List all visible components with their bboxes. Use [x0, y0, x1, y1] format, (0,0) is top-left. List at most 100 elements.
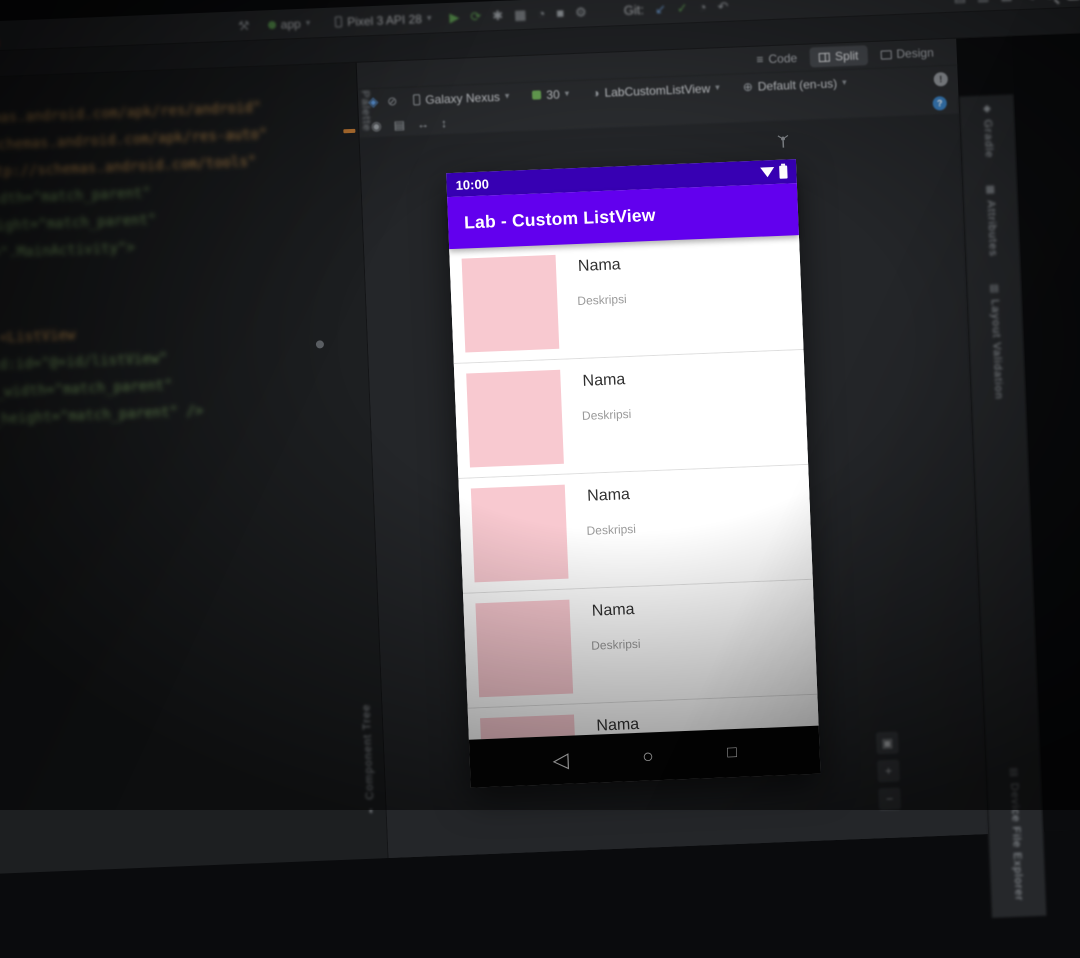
- no-inspection-icon[interactable]: ⊘: [387, 95, 398, 107]
- item-image: [475, 600, 573, 698]
- palette-tab[interactable]: Palette: [359, 90, 373, 137]
- chevron-down-icon: ▾: [505, 91, 510, 102]
- gradle-label: Gradle: [981, 119, 995, 158]
- gradle-tab[interactable]: ◆ Gradle: [981, 103, 995, 158]
- api-icon: [532, 90, 541, 99]
- item-image: [471, 485, 569, 583]
- git-rollback-icon[interactable]: ↶: [717, 0, 728, 13]
- phone-icon: [335, 16, 342, 27]
- item-subtitle: Deskripsi: [591, 637, 641, 653]
- theme-icon: ◑: [592, 86, 600, 98]
- item-image: [466, 370, 564, 468]
- item-subtitle: Deskripsi: [577, 292, 627, 308]
- list-view-icon[interactable]: ▤: [393, 118, 405, 130]
- layout-validation-icon: ▤: [989, 283, 999, 294]
- list-item[interactable]: Nama Deskripsi: [449, 235, 803, 364]
- list-item[interactable]: Nama Deskripsi: [463, 580, 817, 709]
- antenna-icon: [775, 133, 792, 150]
- status-time: 10:00: [455, 176, 489, 192]
- phone-preview[interactable]: 10:00 Lab - Custom ListView Nama: [446, 159, 820, 788]
- attributes-tab[interactable]: ▩ Attributes: [984, 184, 999, 257]
- code-icon: ≡: [756, 52, 764, 66]
- info-icon[interactable]: !: [933, 71, 948, 86]
- help-icon[interactable]: ?: [932, 96, 947, 111]
- theme-dropdown[interactable]: ◑ LabCustomListView ▾: [585, 78, 727, 102]
- layout-validation-tab[interactable]: ▤ Layout Validation: [988, 283, 1005, 400]
- chevron-down-icon: ▾: [715, 82, 720, 93]
- attributes-icon: ▩: [985, 184, 995, 195]
- api-level-dropdown[interactable]: 30 ▾: [525, 84, 577, 104]
- item-title: Nama: [582, 371, 625, 391]
- apply-changes-icon[interactable]: ⟳: [470, 10, 481, 23]
- chevron-down-icon: ▾: [564, 88, 569, 99]
- item-title: Nama: [578, 256, 621, 276]
- gradle-icon: ◆: [983, 103, 991, 114]
- chevron-down-icon: ▾: [305, 18, 310, 29]
- run-button[interactable]: ▶: [449, 11, 460, 24]
- item-subtitle: Deskripsi: [582, 407, 632, 423]
- component-tree-label: Component Tree: [360, 704, 376, 800]
- recents-icon: □: [727, 745, 737, 761]
- design-panel: ≡ Code Split Design ◈ ⊘ Galaxy Nexus: [357, 39, 988, 858]
- git-commit-icon[interactable]: ✓: [677, 1, 688, 14]
- component-tree-tab[interactable]: Component Tree ◖: [354, 703, 383, 817]
- build-hammer-icon[interactable]: ⚒: [238, 19, 250, 32]
- avd-manager-icon[interactable]: ▩: [1000, 0, 1013, 2]
- code-text: xmlns:android="http://schemas.android.co…: [0, 91, 360, 433]
- phone-icon: [413, 94, 420, 105]
- device-file-explorer-tab[interactable]: ▥ Device File Explorer: [1007, 766, 1024, 901]
- debug-icon[interactable]: ✱: [492, 9, 503, 22]
- preview-device-label: Galaxy Nexus: [425, 89, 500, 106]
- zoom-controls: ▣ + −: [876, 732, 901, 811]
- theme-label: LabCustomListView: [604, 81, 710, 99]
- preview-device-dropdown[interactable]: Galaxy Nexus ▾: [406, 87, 517, 109]
- component-tree-icon: ◖: [367, 806, 373, 817]
- view-options-eye-icon[interactable]: ◉: [371, 119, 382, 131]
- orientation-vertical-icon[interactable]: ↕: [441, 117, 447, 129]
- api-level-label: 30: [546, 87, 560, 102]
- attributes-label: Attributes: [985, 200, 999, 257]
- tab-design-label: Design: [896, 46, 934, 61]
- main-content: xmlns:android="http://schemas.android.co…: [0, 33, 1080, 874]
- split-icon: [819, 52, 830, 61]
- git-label: Git:: [623, 2, 644, 18]
- device-label: Pixel 3 API 28: [347, 12, 422, 29]
- listview[interactable]: Nama Deskripsi Nama Deskripsi Nama Deskr…: [449, 235, 818, 740]
- zoom-out-button[interactable]: −: [878, 787, 901, 810]
- device-file-explorer-label: Device File Explorer: [1008, 782, 1025, 901]
- locale-dropdown[interactable]: ⊕ Default (en-us) ▾: [735, 73, 854, 96]
- sync-gradle-icon[interactable]: ⚙: [575, 5, 587, 18]
- run-config-label: app: [280, 16, 301, 31]
- sdk-manager-icon[interactable]: ◀: [1023, 0, 1034, 1]
- run-config-dropdown[interactable]: app ▾: [260, 14, 317, 34]
- tab-design[interactable]: Design: [871, 42, 943, 65]
- run-config-status-icon: [268, 20, 276, 28]
- design-canvas[interactable]: 10:00 Lab - Custom ListView Nama: [360, 115, 988, 858]
- code-editor[interactable]: xmlns:android="http://schemas.android.co…: [0, 63, 389, 874]
- list-item[interactable]: Nama Deskripsi: [454, 350, 808, 479]
- zoom-in-button[interactable]: +: [877, 759, 900, 782]
- tab-split[interactable]: Split: [810, 45, 868, 67]
- git-update-icon[interactable]: ↙: [655, 2, 666, 15]
- back-icon: ◁: [552, 749, 569, 771]
- layout-validation-label: Layout Validation: [989, 299, 1005, 400]
- git-history-icon[interactable]: ◔: [698, 1, 706, 14]
- stop-icon[interactable]: ■: [556, 6, 564, 19]
- device-manager-icon[interactable]: ▤: [953, 0, 966, 4]
- layout-inspector-icon[interactable]: ▥: [977, 0, 990, 3]
- device-dropdown[interactable]: Pixel 3 API 28 ▾: [328, 9, 439, 31]
- list-item[interactable]: Nama Deskripsi: [458, 465, 812, 594]
- app-bar-title: Lab - Custom ListView: [464, 204, 656, 233]
- home-icon: ○: [642, 747, 654, 766]
- battery-icon: [779, 165, 788, 178]
- orientation-horizontal-icon[interactable]: ↔: [417, 117, 429, 129]
- tab-split-label: Split: [835, 49, 859, 64]
- scrollbar-error-marker: [343, 129, 355, 133]
- tab-code[interactable]: ≡ Code: [747, 48, 806, 70]
- zoom-to-fit-button[interactable]: ▣: [876, 732, 899, 755]
- item-title: Nama: [592, 601, 635, 621]
- palette-label: Palette: [359, 90, 373, 132]
- coverage-icon[interactable]: ▦: [514, 8, 527, 21]
- globe-icon: ⊕: [742, 80, 753, 92]
- profiler-icon[interactable]: ◔: [537, 7, 545, 20]
